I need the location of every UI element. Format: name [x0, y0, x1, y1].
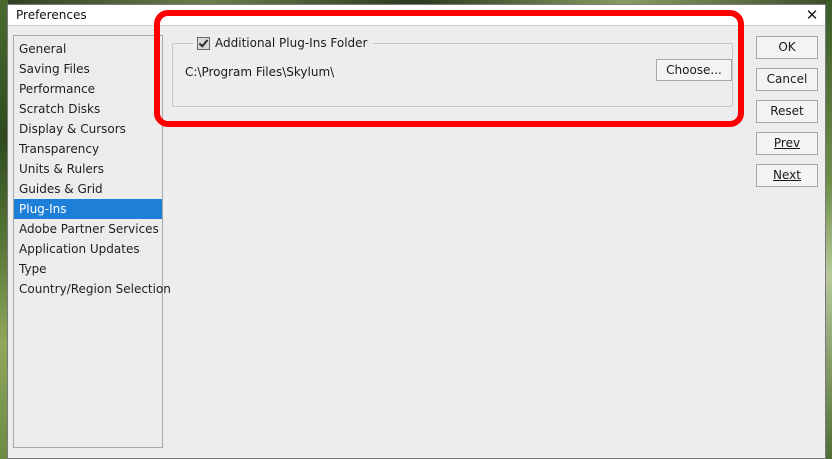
- category-item-type[interactable]: Type: [14, 259, 162, 279]
- category-item-adobe-partner-services[interactable]: Adobe Partner Services: [14, 219, 162, 239]
- category-item-plug-ins[interactable]: Plug-Ins: [14, 199, 162, 219]
- category-item-performance[interactable]: Performance: [14, 79, 162, 99]
- ok-button[interactable]: OK: [756, 36, 818, 59]
- title-bar: Preferences ✕: [8, 5, 825, 26]
- cancel-button[interactable]: Cancel: [756, 68, 818, 91]
- additional-plugins-label[interactable]: Additional Plug-Ins Folder: [215, 36, 367, 50]
- plugins-folder-path: C:\Program Files\Skylum\: [185, 65, 335, 79]
- category-item-general[interactable]: General: [14, 39, 162, 59]
- category-list: General Saving Files Performance Scratch…: [13, 35, 171, 448]
- category-item-country-region[interactable]: Country/Region Selection: [14, 279, 171, 299]
- category-item-display-cursors[interactable]: Display & Cursors: [14, 119, 162, 139]
- reset-button[interactable]: Reset: [756, 100, 818, 123]
- background-photo-right: [826, 0, 832, 459]
- plugins-panel: Additional Plug-Ins Folder C:\Program Fi…: [168, 25, 748, 445]
- category-item-saving-files[interactable]: Saving Files: [14, 59, 162, 79]
- prev-button[interactable]: Prev: [756, 132, 818, 155]
- category-item-scratch-disks[interactable]: Scratch Disks: [14, 99, 162, 119]
- close-icon[interactable]: ✕: [803, 6, 821, 24]
- additional-plugins-group: Additional Plug-Ins Folder C:\Program Fi…: [172, 34, 733, 107]
- preferences-dialog: Preferences ✕ General Saving Files Perfo…: [7, 4, 826, 459]
- next-button[interactable]: Next: [756, 164, 818, 187]
- category-item-units-rulers[interactable]: Units & Rulers: [14, 159, 162, 179]
- category-item-transparency[interactable]: Transparency: [14, 139, 162, 159]
- category-item-application-updates[interactable]: Application Updates: [14, 239, 162, 259]
- window-title: Preferences: [16, 8, 87, 22]
- group-legend: Additional Plug-Ins Folder: [193, 34, 374, 52]
- additional-plugins-checkbox[interactable]: [197, 36, 210, 50]
- choose-button[interactable]: Choose...: [656, 59, 732, 81]
- category-item-guides-grid[interactable]: Guides & Grid: [14, 179, 162, 199]
